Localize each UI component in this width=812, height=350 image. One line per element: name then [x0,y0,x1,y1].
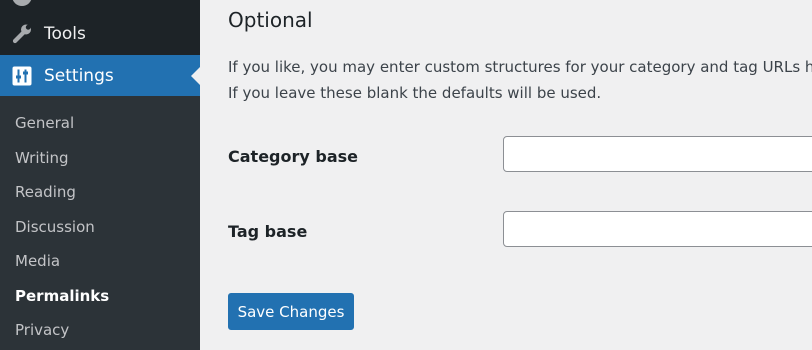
settings-submenu: General Writing Reading Discussion Media… [0,96,200,350]
menu-item-settings[interactable]: Settings [0,55,200,96]
section-title: Optional [228,8,313,32]
menu-item-settings-label: Settings [44,65,114,86]
submenu-item-discussion[interactable]: Discussion [15,218,95,236]
menu-item-tools[interactable]: Tools [0,15,200,53]
settings-sliders-icon [11,65,33,87]
tag-base-label: Tag base [228,222,308,241]
submenu-item-writing[interactable]: Writing [15,149,69,167]
section-description: If you like, you may enter custom struct… [228,58,812,102]
main-content: Optional If you like, you may enter cust… [200,0,812,350]
previous-menu-item-sliver[interactable] [0,0,200,6]
submenu-item-privacy[interactable]: Privacy [15,321,69,339]
submenu-item-permalinks[interactable]: Permalinks [15,287,109,305]
wrench-icon [11,23,33,45]
admin-sidebar: Tools Settings General Writing Reading D… [0,0,200,350]
menu-item-tools-label: Tools [44,24,86,44]
submenu-item-media[interactable]: Media [15,252,60,270]
tag-base-input[interactable] [503,211,812,247]
current-menu-arrow [191,67,200,85]
menu-icon [12,0,32,6]
save-changes-button[interactable]: Save Changes [228,293,354,330]
category-base-input[interactable] [503,136,812,172]
submenu-item-reading[interactable]: Reading [15,183,76,201]
submenu-item-general[interactable]: General [15,114,74,132]
category-base-label: Category base [228,147,358,166]
